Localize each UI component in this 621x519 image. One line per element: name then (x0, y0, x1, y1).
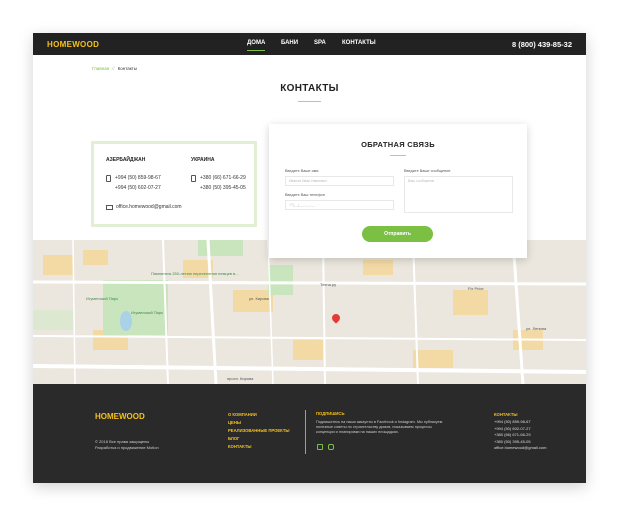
map-label-park: Игуменский Парк (86, 296, 118, 301)
contacts-box: АЗЕРБАЙДЖАН +994 (50) 859-98-67 +994 (50… (91, 141, 257, 227)
footer-menu-prices[interactable]: ЦЕНЫ (228, 419, 290, 427)
site-logo[interactable]: HOMEWOOD (47, 40, 99, 49)
footer-logo[interactable]: HOMEWOOD (95, 412, 145, 421)
top-navbar: HOMEWOOD ДОМА БАНИ SPA КОНТАКТЫ 8 (800) … (33, 33, 586, 55)
map-label-fixprice: Fix Price (468, 286, 484, 291)
breadcrumb-home-link[interactable]: Главная (92, 66, 109, 71)
instagram-icon[interactable] (328, 444, 334, 450)
name-label: Введите Ваше имя (285, 169, 319, 173)
phone-icon (191, 175, 196, 182)
map-label-lenin: ул. Ленина (526, 326, 547, 331)
developer-text[interactable]: Разработка и продвижение Motion (95, 445, 159, 451)
footer-contacts: КОНТАКТЫ +994 (50) 859-98-67 +994 (50) 6… (494, 411, 546, 452)
form-title-underline (390, 155, 406, 156)
mail-icon (106, 205, 113, 210)
footer-email[interactable]: office.homewood@gmail.com (494, 445, 546, 452)
ua-phone-1[interactable]: +380 (66) 671-66-29 (200, 175, 246, 181)
subscribe-title: ПОДПИШИСЬ (316, 411, 345, 416)
page-title: КОНТАКТЫ (280, 83, 339, 94)
footer-menu-blog[interactable]: БЛОГ (228, 435, 290, 443)
footer-divider (305, 410, 306, 454)
nav-item-houses[interactable]: ДОМА (247, 40, 265, 46)
nav-item-spa[interactable]: SPA (314, 40, 326, 46)
map-label-tech: Техна.ру (320, 282, 337, 287)
message-label: Введите Ваше сообщение (404, 169, 451, 173)
footer-menu-about[interactable]: О КОМПАНИИ (228, 411, 290, 419)
message-textarea[interactable]: Ваш сообщение (404, 176, 513, 213)
form-title: ОБРАТНАЯ СВЯЗЬ (361, 140, 435, 149)
footer-menu-projects[interactable]: РЕАЛИЗОВАННЫЕ ПРОЕКТЫ (228, 427, 290, 435)
header-phone[interactable]: 8 (800) 439-85-32 (512, 40, 572, 49)
footer: HOMEWOOD © 2018 Все права защищены Разра… (33, 384, 586, 483)
footer-copyright: © 2018 Все права защищены Разработка и п… (95, 439, 159, 451)
feedback-form: ОБРАТНАЯ СВЯЗЬ Введите Ваше имя Иванов И… (269, 124, 527, 258)
country-azerbaijan: АЗЕРБАЙДЖАН (106, 157, 146, 163)
footer-contacts-title: КОНТАКТЫ (494, 412, 518, 417)
submit-button[interactable]: Отправить (362, 226, 433, 242)
breadcrumb-separator: // (112, 66, 115, 71)
map-label-monument: Пампятник 250-летию переселения немцев в… (151, 271, 239, 276)
location-map[interactable]: Пампятник 250-летию переселения немцев в… (33, 240, 586, 384)
name-placeholder: Иванов Иван Иванович (289, 179, 327, 183)
az-phone-2[interactable]: +994 (50) 602-07-27 (115, 185, 161, 191)
phone-icon (106, 175, 111, 182)
map-label-park-2: Игуменский Парк (131, 310, 163, 315)
map-graphics (33, 240, 586, 384)
nav-item-baths[interactable]: БАНИ (281, 40, 298, 46)
breadcrumb: Главная//Контакты (92, 66, 137, 71)
az-phone-1[interactable]: +994 (50) 859-98-67 (115, 175, 161, 181)
contact-email[interactable]: office.homewood@gmail.com (116, 204, 182, 210)
map-label-avenue: просп. Кирова (227, 376, 254, 381)
title-underline (298, 101, 321, 102)
phone-label: Введите Ваш телефон (285, 193, 325, 197)
country-ukraine: УКРАИНА (191, 157, 215, 163)
map-label-street: ул. Кирова (249, 296, 269, 301)
ua-phone-2[interactable]: +380 (50) 395-45-05 (200, 185, 246, 191)
footer-menu-contacts[interactable]: КОНТАКТЫ (228, 443, 290, 451)
page-frame: HOMEWOOD ДОМА БАНИ SPA КОНТАКТЫ 8 (800) … (33, 33, 586, 483)
breadcrumb-current: Контакты (117, 66, 138, 71)
nav-item-contacts[interactable]: КОНТАКТЫ (342, 40, 376, 46)
nav-active-indicator (247, 50, 265, 51)
subscribe-text: Подпишитесь на наши аккаунты в Facebook … (316, 420, 443, 434)
facebook-icon[interactable] (317, 444, 323, 450)
footer-menu: О КОМПАНИИ ЦЕНЫ РЕАЛИЗОВАННЫЕ ПРОЕКТЫ БЛ… (228, 411, 290, 451)
phone-input[interactable]: +7(__)___-__-__ (285, 200, 394, 210)
message-placeholder: Ваш сообщение (408, 179, 435, 183)
phone-placeholder: +7(__)___-__-__ (289, 203, 316, 207)
name-input[interactable]: Иванов Иван Иванович (285, 176, 394, 186)
